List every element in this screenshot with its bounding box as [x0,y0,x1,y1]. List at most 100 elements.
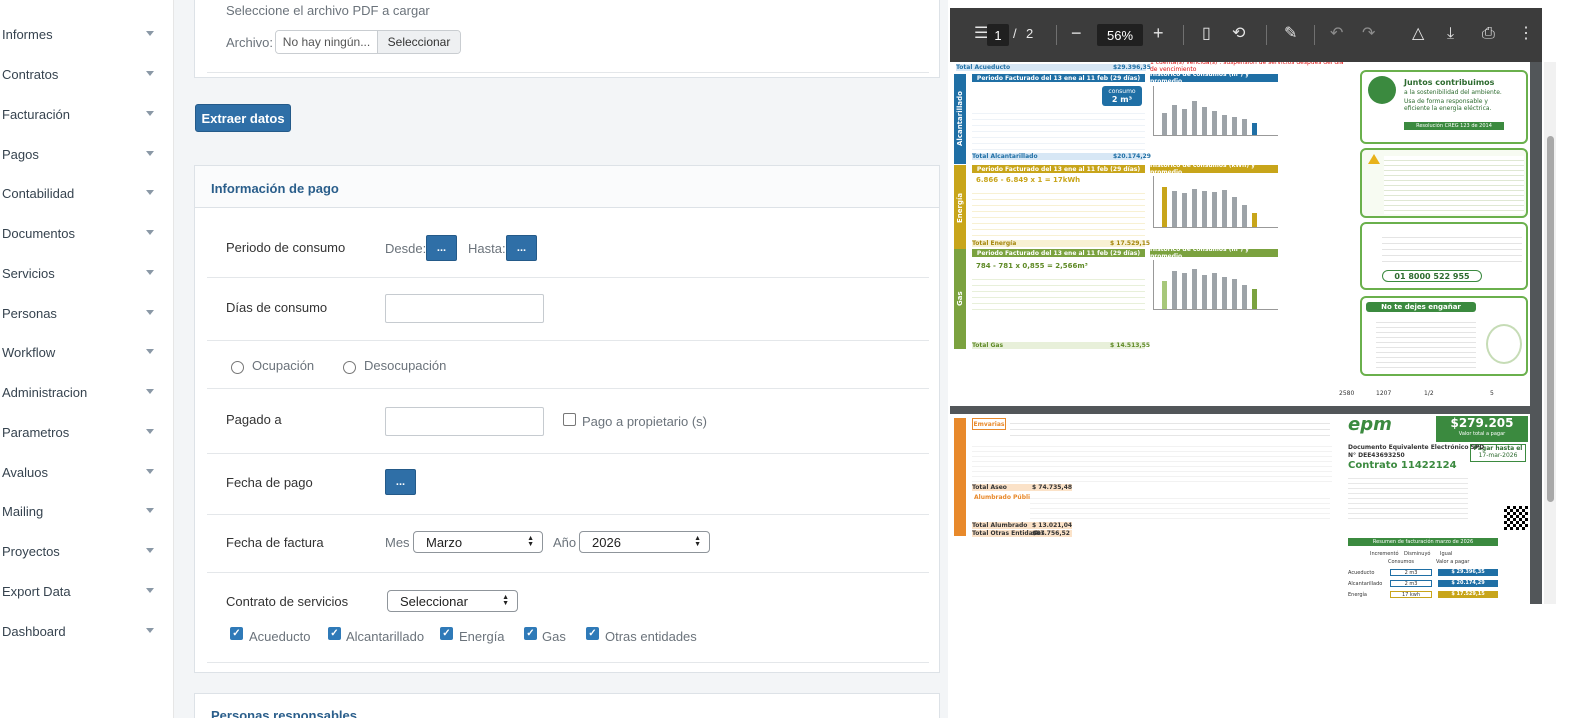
zoom-in-icon[interactable]: + [1153,23,1164,43]
alcantarillado-checkbox[interactable]: ✓ [328,627,341,640]
sidebar-item-informes[interactable]: Informes [0,19,174,49]
acueducto-checkbox[interactable]: ✓ [230,627,243,640]
main-content: Seleccione el archivo PDF a cargar Archi… [194,0,948,718]
chevron-down-icon [146,389,154,394]
customer-details [1348,474,1468,520]
sidebar-item-pagos[interactable]: Pagos [0,139,174,169]
desocupacion-radio[interactable] [343,361,356,374]
rotate-icon[interactable]: ⟲ [1232,24,1245,44]
pdf-scrollbar[interactable] [1544,62,1556,604]
sidebar-item-contratos[interactable]: Contratos [0,59,174,89]
chevron-down-icon [146,349,154,354]
alcantarillado-chart [1153,86,1278,136]
sidebar-item-proyectos[interactable]: Proyectos [0,536,174,566]
dias-consumo-input[interactable] [385,294,544,323]
chevron-down-icon [146,469,154,474]
energia-chart [1153,176,1278,228]
energia-period-header: Periodo Facturado del 13 ene al 11 feb (… [972,165,1145,173]
add-drive-icon[interactable]: △ [1412,24,1424,44]
undo-icon[interactable]: ↶ [1330,24,1343,44]
chevron-down-icon [146,190,154,195]
ocupacion-radio[interactable] [231,361,244,374]
pdf-page-1: Total Acueducto $29.396,35 1 cuenta(s) v… [950,62,1530,406]
contrato-select[interactable]: Seleccionar ▲ ▼ [387,590,518,612]
fit-page-icon[interactable]: ▯ [1202,24,1211,44]
page-number-input[interactable]: 1 [987,24,1009,46]
contact-box: 01 8000 522 955 [1360,222,1528,290]
sidebar-item-facturacion[interactable]: Facturación [0,99,174,129]
energia-checkbox[interactable]: ✓ [440,627,453,640]
alcantarillado-label: Alcantarillado [346,629,425,644]
aseo-values-table [972,442,1332,482]
sidebar: Informes Contratos Facturación Pagos Con… [0,0,174,718]
draw-icon[interactable]: ✎ [1284,24,1297,44]
pdf-document-area[interactable]: Total Acueducto $29.396,35 1 cuenta(s) v… [950,62,1542,604]
chart-bar [1192,189,1197,227]
gas-checkbox[interactable]: ✓ [524,627,537,640]
contact-line-number: 01 8000 522 955 [1382,270,1482,282]
pago-propietario-label: Pago a propietario (s) [582,414,708,429]
redo-icon[interactable]: ↷ [1362,24,1375,44]
shield-icon [1486,324,1522,364]
download-icon[interactable]: ⤓ [1447,24,1454,44]
anio-select[interactable]: 2026 ▲ ▼ [579,531,710,553]
pagado-a-input[interactable] [385,407,544,436]
toolbar-divider [1266,25,1267,45]
leaf-icon [1368,76,1396,104]
sidebar-item-workflow[interactable]: Workflow [0,337,174,367]
chart-bar [1192,269,1197,309]
fecha-factura-label: Fecha de factura [226,535,324,550]
sidebar-item-dashboard[interactable]: Dashboard [0,616,174,646]
sidebar-item-label: Workflow [2,344,56,360]
zoom-out-icon[interactable]: − [1071,23,1082,43]
more-icon[interactable]: ⋮ [1518,24,1534,44]
select-file-button[interactable]: Seleccionar [378,31,460,53]
print-icon[interactable]: ⎙ [1482,24,1495,44]
mes-label: Mes [385,535,410,550]
chevron-down-icon [146,588,154,593]
alumbrado-total: $ 13.021,04 [1032,522,1073,529]
footer-value: 2580 [1339,390,1355,397]
fraud-warning-text [1376,318,1476,368]
fecha-pago-date-button[interactable]: ... [385,469,416,495]
warning-icon [1368,154,1380,164]
scrollbar-thumb[interactable] [1547,136,1554,502]
chart-bar [1182,193,1187,227]
hasta-date-button[interactable]: ... [506,235,537,261]
contract-number: Contrato 11422124 [1348,460,1457,471]
sidebar-item-contabilidad[interactable]: Contabilidad [0,178,174,208]
divider [207,72,929,73]
chevron-down-icon [146,111,154,116]
zoom-input[interactable]: 56% [1097,24,1143,46]
chart-bar [1172,271,1177,309]
desde-label: Desde: [385,241,427,256]
sidebar-item-servicios[interactable]: Servicios [0,258,174,288]
alumbrado-text [1030,494,1330,520]
sidebar-item-avaluos[interactable]: Avaluos [0,457,174,487]
extract-data-button[interactable]: Extraer datos [195,104,291,132]
energia-label: Energía [459,629,505,644]
sidebar-item-documentos[interactable]: Documentos [0,218,174,248]
footer-value: 1207 [1376,390,1392,397]
contrato-label: Contrato de servicios [226,594,349,609]
summary-title: Resumen de facturación marzo de 2026 [1348,538,1498,546]
desde-date-button[interactable]: ... [426,235,457,261]
divider [207,662,929,663]
pago-propietario-checkbox[interactable] [563,413,576,426]
sidebar-item-export-data[interactable]: Export Data [0,576,174,606]
otras-entidades-checkbox[interactable]: ✓ [586,627,599,640]
chart-bar [1242,205,1247,227]
summary-row-valor: $ 20.174,29 [1438,580,1498,587]
gas-history-header: Histórico de consumos (m³) y promedio [1150,246,1278,260]
chevron-down-icon [146,548,154,553]
otras-entidades-label: Otras entidades [605,629,697,644]
summary-row-consumo: 17 kwh [1390,591,1432,598]
page-total: 2 [1026,26,1034,41]
mes-select[interactable]: Marzo ▲ ▼ [413,531,543,553]
sidebar-item-personas[interactable]: Personas [0,298,174,328]
sidebar-item-administracion[interactable]: Administracion [0,377,174,407]
sidebar-item-mailing[interactable]: Mailing [0,496,174,526]
chevron-down-icon [146,508,154,513]
file-input[interactable]: No hay ningún... Seleccionar [275,30,461,54]
sidebar-item-parametros[interactable]: Parametros [0,417,174,447]
